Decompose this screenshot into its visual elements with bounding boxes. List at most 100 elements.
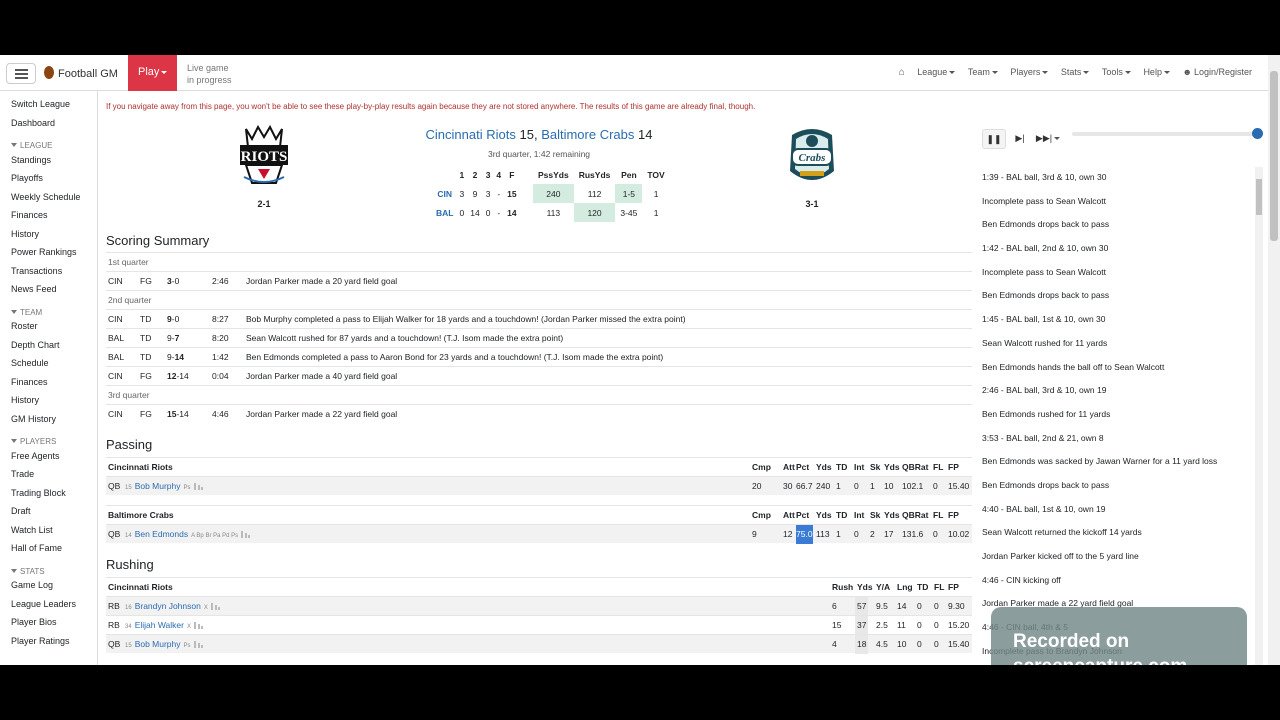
menu-toggle-button[interactable] (6, 63, 36, 84)
sidebar-item-team-finances[interactable]: Finances (11, 373, 97, 392)
rushing-col-header[interactable]: FL (934, 578, 944, 597)
rushing-col-header[interactable]: Y/A (876, 578, 890, 597)
sidebar-item-roster[interactable]: Roster (11, 317, 97, 336)
nav-stats[interactable]: Stats (1061, 67, 1090, 77)
sidebar-item-free-agents[interactable]: Free Agents (11, 447, 97, 466)
sidebar-item-news-feed[interactable]: News Feed (11, 280, 97, 299)
passing-col-header[interactable]: FP (948, 458, 959, 477)
passing-col-header[interactable]: FP (948, 506, 959, 525)
passing-col-header[interactable]: Yds (816, 458, 832, 477)
page-scrollbar[interactable] (1268, 55, 1280, 665)
passing-col-header[interactable]: TD (836, 458, 847, 477)
step-forward-button[interactable]: ▶| (1008, 129, 1032, 149)
passing-col-header[interactable]: QBRat (902, 506, 928, 525)
sidebar-item-playoffs[interactable]: Playoffs (11, 169, 97, 188)
team-abbrev-link[interactable]: BAL (433, 203, 456, 222)
sidebar-head-label: LEAGUE (20, 141, 53, 150)
passing-col-header[interactable]: Att (783, 458, 795, 477)
sidebar-item-gm-history[interactable]: GM History (11, 410, 97, 429)
pbp-scroll-thumb[interactable] (1256, 179, 1262, 215)
player-link[interactable]: Elijah Walker (135, 620, 184, 630)
page-scroll-thumb[interactable] (1270, 71, 1278, 241)
player-link[interactable]: Bob Murphy (135, 481, 181, 491)
rushing-col-header[interactable]: Rush (832, 578, 853, 597)
sidebar-item-team-history[interactable]: History (11, 391, 97, 410)
play-entry: 4:40 - BAL ball, 1st & 10, own 19 (982, 503, 1106, 514)
slider-knob[interactable] (1252, 128, 1263, 139)
nav-tools[interactable]: Tools (1102, 67, 1131, 77)
sidebar-item-standings[interactable]: Standings (11, 151, 97, 170)
sidebar-item-finances[interactable]: Finances (11, 206, 97, 225)
sidebar-item-game-log[interactable]: Game Log (11, 576, 97, 595)
player-link[interactable]: Brandyn Johnson (135, 601, 201, 611)
brand-link[interactable]: Football GM (44, 66, 118, 80)
pbp-scrollbar[interactable] (1255, 167, 1263, 665)
rushing-stat-cell: 6 (832, 601, 837, 611)
passing-col-header[interactable]: FL (933, 458, 943, 477)
sidebar-section-stats[interactable]: STATS (11, 558, 97, 577)
sidebar-item-trading-block[interactable]: Trading Block (11, 484, 97, 503)
bar-chart-icon[interactable] (193, 641, 203, 648)
passing-col-header[interactable]: Pct (796, 458, 809, 477)
nav-players[interactable]: Players (1010, 67, 1049, 77)
sidebar-item-history[interactable]: History (11, 225, 97, 244)
sidebar-item-switch-league[interactable]: Switch League (11, 95, 97, 114)
sidebar-item-schedule[interactable]: Schedule (11, 354, 97, 373)
team-abbrev-link[interactable]: CIN (433, 184, 456, 203)
passing-col-header[interactable]: QBRat (902, 458, 928, 477)
away-team-link[interactable]: Baltimore Crabs (541, 127, 634, 142)
passing-col-header[interactable]: Int (854, 458, 864, 477)
nav-league[interactable]: League (917, 67, 956, 77)
passing-col-header[interactable]: Cmp (752, 506, 771, 525)
sidebar-item-hall-of-fame[interactable]: Hall of Fame (11, 539, 97, 558)
speed-slider[interactable] (1072, 128, 1263, 139)
sidebar-item-transactions[interactable]: Transactions (11, 262, 97, 281)
bar-chart-icon[interactable] (193, 483, 203, 490)
sidebar-item-player-bios[interactable]: Player Bios (11, 613, 97, 632)
pause-button[interactable]: ❚❚ (982, 129, 1006, 149)
passing-col-header[interactable]: Int (854, 506, 864, 525)
nav-tools-label: Tools (1101, 67, 1123, 77)
passing-col-header[interactable]: TD (836, 506, 847, 525)
sidebar-section-players[interactable]: PLAYERS (11, 428, 97, 447)
play-menu-button[interactable]: Play (128, 55, 177, 91)
nav-help[interactable]: Help (1143, 67, 1170, 77)
passing-col-header[interactable]: Yds (884, 458, 900, 477)
passing-col-header[interactable]: Yds (884, 506, 900, 525)
summary-cell: 1 (653, 207, 659, 218)
bar-chart-icon[interactable] (194, 622, 203, 629)
passing-col-header[interactable]: Sk (870, 458, 880, 477)
rushing-col-header[interactable]: TD (917, 578, 928, 597)
passing-col-header[interactable]: Att (783, 506, 795, 525)
home-icon[interactable]: ⌂ (899, 67, 905, 78)
bar-chart-icon[interactable] (210, 603, 220, 610)
passing-col-header[interactable]: Yds (816, 506, 832, 525)
sidebar-item-watch-list[interactable]: Watch List (11, 521, 97, 540)
sidebar-section-team[interactable]: TEAM (11, 299, 97, 318)
rushing-col-header[interactable]: Yds (857, 578, 873, 597)
sidebar-item-dashboard[interactable]: Dashboard (11, 114, 97, 133)
sidebar-item-league-leaders[interactable]: League Leaders (11, 595, 97, 614)
home-team-link[interactable]: Cincinnati Riots (426, 127, 516, 142)
bar-chart-icon[interactable] (241, 531, 251, 538)
sidebar-item-depth-chart[interactable]: Depth Chart (11, 336, 97, 355)
sidebar-item-power-rankings[interactable]: Power Rankings (11, 243, 97, 262)
player-link[interactable]: Ben Edmonds (135, 529, 188, 539)
summary-header-cell: PssYds (538, 169, 569, 180)
nav-team[interactable]: Team (968, 67, 998, 77)
passing-col-header[interactable]: Cmp (752, 458, 771, 477)
sidebar-item-player-ratings[interactable]: Player Ratings (11, 632, 97, 651)
rushing-col-header[interactable]: Lng (897, 578, 913, 597)
passing-col-header[interactable]: Sk (870, 506, 880, 525)
sidebar-item-trade[interactable]: Trade (11, 465, 97, 484)
sidebar-item-draft[interactable]: Draft (11, 502, 97, 521)
player-link[interactable]: Bob Murphy (135, 639, 181, 649)
passing-col-header[interactable]: Pct (796, 506, 809, 525)
passing-col-header[interactable]: FL (933, 506, 943, 525)
sidebar-section-league[interactable]: LEAGUE (11, 132, 97, 151)
fast-forward-menu-button[interactable]: ▶▶| (1034, 129, 1062, 149)
sidebar-item-weekly-schedule[interactable]: Weekly Schedule (11, 188, 97, 207)
rushing-col-header[interactable]: FP (948, 578, 959, 597)
play-entry: 1:45 - BAL ball, 1st & 10, own 30 (982, 314, 1106, 325)
nav-login[interactable]: ☻ Login/Register (1182, 67, 1252, 77)
